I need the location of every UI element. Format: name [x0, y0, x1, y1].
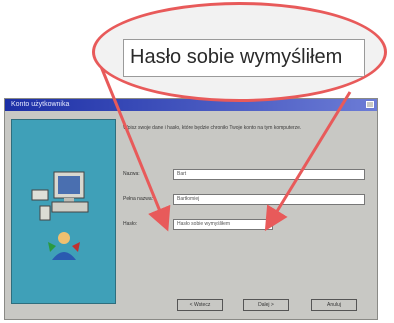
arrow-right [264, 91, 352, 232]
zoomed-password-field: Hasło sobie wymyśliłem [123, 39, 365, 77]
zoomed-password-text: Hasło sobie wymyśliłem [130, 46, 343, 68]
zoom-callout: Hasło sobie wymyśliłem [92, 2, 387, 102]
